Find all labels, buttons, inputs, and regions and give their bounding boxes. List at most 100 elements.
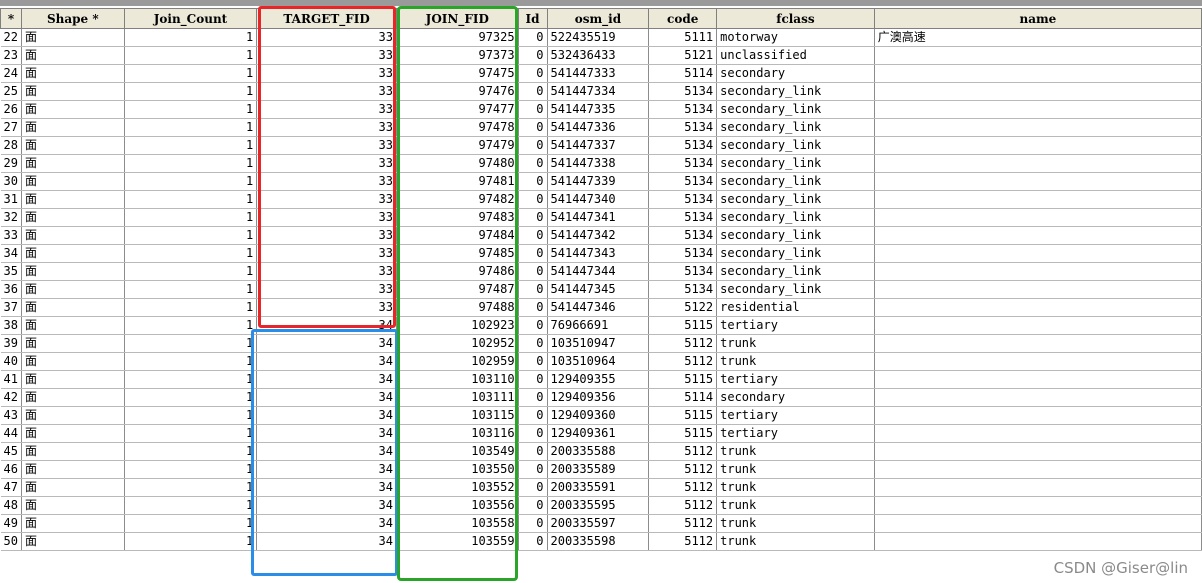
col-header-target-fid[interactable]: TARGET_FID <box>256 8 397 29</box>
cell-id[interactable]: 0 <box>518 64 548 83</box>
cell-fid[interactable]: 34 <box>0 244 22 263</box>
cell-join-fid[interactable]: 97477 <box>396 100 519 119</box>
cell-fid[interactable]: 43 <box>0 406 22 425</box>
cell-fclass[interactable]: tertiary <box>716 316 875 335</box>
cell-join-fid[interactable]: 103558 <box>396 514 519 533</box>
cell-code[interactable]: 5134 <box>648 154 718 173</box>
cell-join-count[interactable]: 1 <box>124 262 258 281</box>
cell-id[interactable]: 0 <box>518 316 548 335</box>
cell-shape[interactable]: 面 <box>21 424 125 443</box>
cell-shape[interactable]: 面 <box>21 460 125 479</box>
cell-join-count[interactable]: 1 <box>124 388 258 407</box>
cell-code[interactable]: 5115 <box>648 424 718 443</box>
cell-join-fid[interactable]: 103552 <box>396 478 519 497</box>
cell-fid[interactable]: 48 <box>0 496 22 515</box>
cell-osm-id[interactable]: 541447345 <box>547 280 650 299</box>
cell-shape[interactable]: 面 <box>21 64 125 83</box>
cell-osm-id[interactable]: 76966691 <box>547 316 650 335</box>
cell-join-count[interactable]: 1 <box>124 28 258 47</box>
cell-id[interactable]: 0 <box>518 244 548 263</box>
cell-id[interactable]: 0 <box>518 424 548 443</box>
cell-osm-id[interactable]: 522435519 <box>547 28 650 47</box>
cell-id[interactable]: 0 <box>518 262 548 281</box>
cell-join-fid[interactable]: 103116 <box>396 424 519 443</box>
cell-code[interactable]: 5112 <box>648 514 718 533</box>
cell-join-count[interactable]: 1 <box>124 316 258 335</box>
cell-osm-id[interactable]: 200335597 <box>547 514 650 533</box>
cell-id[interactable]: 0 <box>518 532 548 551</box>
cell-name[interactable] <box>874 496 1202 515</box>
cell-target-fid[interactable]: 34 <box>256 532 397 551</box>
cell-fid[interactable]: 45 <box>0 442 22 461</box>
cell-shape[interactable]: 面 <box>21 316 125 335</box>
cell-join-fid[interactable]: 97479 <box>396 136 519 155</box>
cell-osm-id[interactable]: 541447335 <box>547 100 650 119</box>
cell-fclass[interactable]: secondary_link <box>716 100 875 119</box>
cell-join-count[interactable]: 1 <box>124 496 258 515</box>
cell-code[interactable]: 5112 <box>648 460 718 479</box>
table-row[interactable]: 34 面 1 33 97485 0 541447343 5134 secondary_link <box>0 244 1202 263</box>
cell-osm-id[interactable]: 200335589 <box>547 460 650 479</box>
cell-code[interactable]: 5134 <box>648 82 718 101</box>
cell-fclass[interactable]: motorway <box>716 28 875 47</box>
table-row[interactable]: 33 面 1 33 97484 0 541447342 5134 secondary_link <box>0 226 1202 245</box>
table-row[interactable]: 24 面 1 33 97475 0 541447333 5114 secondary <box>0 64 1202 83</box>
cell-target-fid[interactable]: 34 <box>256 478 397 497</box>
cell-target-fid[interactable]: 33 <box>256 154 397 173</box>
cell-code[interactable]: 5134 <box>648 262 718 281</box>
table-row[interactable]: 28 面 1 33 97479 0 541447337 5134 secondary_link <box>0 136 1202 155</box>
cell-target-fid[interactable]: 33 <box>256 136 397 155</box>
cell-join-fid[interactable]: 103549 <box>396 442 519 461</box>
cell-name[interactable] <box>874 262 1202 281</box>
cell-join-count[interactable]: 1 <box>124 370 258 389</box>
cell-fid[interactable]: 49 <box>0 514 22 533</box>
cell-target-fid[interactable]: 34 <box>256 334 397 353</box>
cell-osm-id[interactable]: 129409360 <box>547 406 650 425</box>
cell-join-count[interactable]: 1 <box>124 64 258 83</box>
cell-shape[interactable]: 面 <box>21 514 125 533</box>
cell-fclass[interactable]: trunk <box>716 478 875 497</box>
cell-fid[interactable]: 40 <box>0 352 22 371</box>
table-row[interactable]: 38 面 1 34 102923 0 76966691 5115 tertiary <box>0 316 1202 335</box>
cell-join-fid[interactable]: 103559 <box>396 532 519 551</box>
cell-id[interactable]: 0 <box>518 442 548 461</box>
table-row[interactable]: 49 面 1 34 103558 0 200335597 5112 trunk <box>0 514 1202 533</box>
cell-osm-id[interactable]: 541447334 <box>547 82 650 101</box>
cell-shape[interactable]: 面 <box>21 388 125 407</box>
cell-name[interactable] <box>874 46 1202 65</box>
col-header-shape[interactable]: Shape * <box>20 8 125 29</box>
cell-fclass[interactable]: secondary_link <box>716 172 875 191</box>
cell-name[interactable] <box>874 478 1202 497</box>
cell-name[interactable] <box>874 460 1202 479</box>
cell-shape[interactable]: 面 <box>21 262 125 281</box>
cell-fclass[interactable]: secondary_link <box>716 244 875 263</box>
cell-osm-id[interactable]: 129409356 <box>547 388 650 407</box>
cell-fid[interactable]: 44 <box>0 424 22 443</box>
cell-target-fid[interactable]: 33 <box>256 208 397 227</box>
cell-target-fid[interactable]: 33 <box>256 82 397 101</box>
col-header-fclass[interactable]: fclass <box>716 8 875 29</box>
cell-id[interactable]: 0 <box>518 100 548 119</box>
cell-shape[interactable]: 面 <box>21 352 125 371</box>
cell-id[interactable]: 0 <box>518 514 548 533</box>
cell-fid[interactable]: 50 <box>0 532 22 551</box>
cell-fid[interactable]: 36 <box>0 280 22 299</box>
cell-fid[interactable]: 38 <box>0 316 22 335</box>
cell-name[interactable] <box>874 226 1202 245</box>
table-row[interactable]: 26 面 1 33 97477 0 541447335 5134 secondary_link <box>0 100 1202 119</box>
cell-fclass[interactable]: secondary_link <box>716 82 875 101</box>
cell-join-fid[interactable]: 97487 <box>396 280 519 299</box>
cell-fid[interactable]: 26 <box>0 100 22 119</box>
cell-shape[interactable]: 面 <box>21 154 125 173</box>
cell-join-fid[interactable]: 103550 <box>396 460 519 479</box>
cell-join-fid[interactable]: 102959 <box>396 352 519 371</box>
cell-name[interactable]: 广澳高速 <box>874 28 1202 47</box>
table-row[interactable]: 25 面 1 33 97476 0 541447334 5134 secondary_link <box>0 82 1202 101</box>
cell-osm-id[interactable]: 200335591 <box>547 478 650 497</box>
cell-code[interactable]: 5134 <box>648 100 718 119</box>
table-row[interactable]: 41 面 1 34 103110 0 129409355 5115 tertiary <box>0 370 1202 389</box>
cell-code[interactable]: 5134 <box>648 208 718 227</box>
col-header-join-count[interactable]: Join_Count <box>123 8 258 29</box>
cell-id[interactable]: 0 <box>518 208 548 227</box>
cell-code[interactable]: 5134 <box>648 280 718 299</box>
